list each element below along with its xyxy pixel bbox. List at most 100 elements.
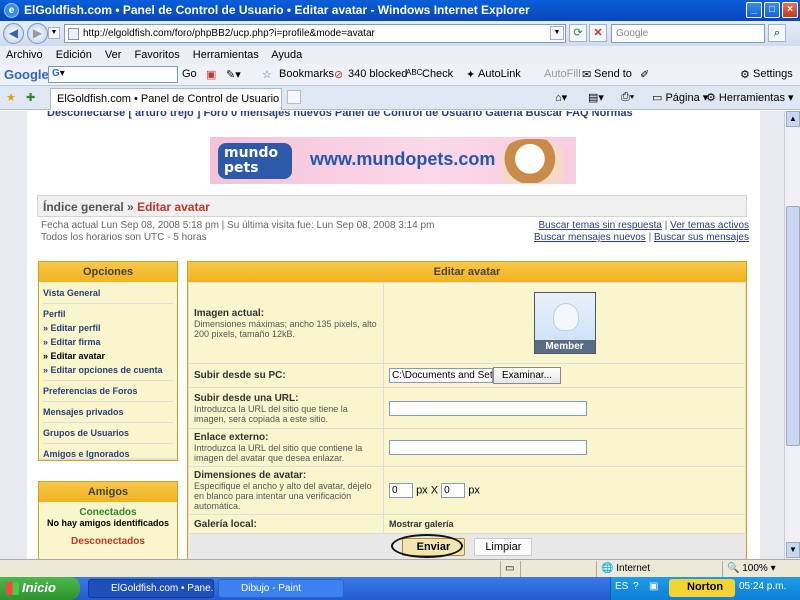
- external-link-field[interactable]: [389, 440, 587, 455]
- gallery-label: Galería local:: [194, 518, 257, 530]
- menu-ver[interactable]: Ver: [105, 49, 122, 61]
- nav-vista-general[interactable]: Vista General: [43, 287, 173, 299]
- tab-current[interactable]: ElGoldfish.com • Panel de Control de Usu…: [50, 88, 282, 110]
- blocked-icon: ⊘: [334, 69, 344, 81]
- feeds-icon[interactable]: ▤▾: [588, 91, 604, 104]
- link-own-posts[interactable]: Buscar sus mensajes: [654, 232, 749, 243]
- url-dropdown-icon[interactable]: ▼: [550, 26, 564, 40]
- maximize-button[interactable]: □: [764, 2, 780, 18]
- menu-herramientas[interactable]: Herramientas: [193, 49, 259, 61]
- close-button[interactable]: ×: [782, 2, 798, 18]
- mundopets-banner[interactable]: mundo pets www.mundopets.com: [210, 137, 576, 184]
- tab-bar: ★ ✚ ElGoldfish.com • Panel de Control de…: [0, 86, 800, 110]
- autolink-button[interactable]: AutoLink: [478, 68, 521, 80]
- print-icon[interactable]: ⎙▾: [621, 91, 634, 104]
- refresh-icon[interactable]: ⟳: [569, 24, 587, 42]
- upload-file-field[interactable]: C:\Documents and Set: [389, 368, 493, 383]
- logo-line2: pets: [224, 160, 259, 176]
- link-new-posts[interactable]: Buscar mensajes nuevos: [534, 232, 646, 243]
- favorites-star-icon[interactable]: ★: [6, 91, 16, 104]
- tab-title: ElGoldfish.com • Panel de Control de Usu…: [57, 93, 281, 105]
- back-button[interactable]: ◀: [3, 23, 24, 44]
- tray-icon[interactable]: ▣: [649, 581, 658, 592]
- check-button[interactable]: Check: [422, 68, 453, 80]
- bookmarks-button[interactable]: Bookmarks: [279, 68, 334, 80]
- link-unanswered[interactable]: Buscar temas sin respuesta: [539, 220, 662, 231]
- nav-amigos[interactable]: Amigos e Ignorados: [43, 448, 173, 460]
- minimize-button[interactable]: _: [746, 2, 762, 18]
- nav-editar-perfil[interactable]: » Editar perfil: [43, 322, 173, 334]
- breadcrumb-home[interactable]: Índice general: [43, 200, 124, 214]
- history-dropdown-icon[interactable]: ▼: [48, 27, 60, 39]
- edit-avatar-title: Editar avatar: [188, 262, 746, 282]
- spellcheck-icon: ABC: [406, 68, 423, 77]
- autofill-button[interactable]: AutoFill: [544, 68, 581, 80]
- reset-button[interactable]: Limpiar: [474, 538, 533, 556]
- home-icon[interactable]: ⌂▾: [555, 91, 567, 104]
- breadcrumb-current[interactable]: Editar avatar: [137, 200, 210, 214]
- task-paint[interactable]: Dibujo - Paint: [218, 579, 344, 598]
- start-button[interactable]: Inicio: [0, 577, 80, 600]
- browse-button[interactable]: Examinar...: [493, 367, 562, 384]
- nav-editar-opciones[interactable]: » Editar opciones de cuenta: [43, 364, 173, 376]
- options-title: Opciones: [39, 262, 177, 282]
- tools-menu[interactable]: ⚙ Herramientas ▾: [706, 91, 794, 104]
- options-panel: Opciones Vista General Perfil » Editar p…: [38, 261, 178, 461]
- settings-button[interactable]: Settings: [753, 68, 793, 80]
- norton-button[interactable]: Norton: [669, 579, 735, 597]
- nav-editar-firma[interactable]: » Editar firma: [43, 336, 173, 348]
- options-body: Vista General Perfil » Editar perfil » E…: [39, 282, 177, 460]
- avatar-height-field[interactable]: 0: [441, 483, 466, 498]
- norton-label: Norton: [687, 581, 724, 593]
- window-titlebar: e ElGoldfish.com • Panel de Control de U…: [0, 0, 800, 21]
- nav-grupos[interactable]: Grupos de Usuarios: [43, 427, 173, 439]
- scroll-up-icon[interactable]: ▲: [786, 111, 800, 127]
- add-favorites-icon[interactable]: ✚: [26, 91, 35, 104]
- popup-icon[interactable]: ▣: [206, 68, 216, 81]
- site-topnav[interactable]: Desconectarse [ arturo trejo ] Foro 0 me…: [47, 111, 633, 119]
- search-input[interactable]: Google: [611, 24, 765, 43]
- new-tab-button[interactable]: [287, 90, 301, 104]
- friends-title: Amigos: [39, 482, 177, 502]
- scroll-down-icon[interactable]: ▼: [786, 542, 800, 558]
- nav-editar-avatar[interactable]: » Editar avatar: [43, 350, 173, 362]
- forward-button[interactable]: ▶: [27, 23, 48, 44]
- url-upload-field[interactable]: [389, 400, 587, 416]
- search-icon[interactable]: ⌕: [768, 24, 786, 42]
- nav-perfil[interactable]: Perfil: [43, 308, 173, 320]
- task-ie[interactable]: ElGoldfish.com • Pane...: [88, 579, 214, 598]
- page-menu[interactable]: ▭ Página ▾: [652, 91, 708, 104]
- url-field[interactable]: http://elgoldfish.com/foro/phpBB2/ucp.ph…: [64, 24, 566, 43]
- sendto-button[interactable]: Send to: [594, 68, 632, 80]
- help-icon[interactable]: ?: [633, 581, 639, 592]
- upload-label: Subir desde su PC:: [194, 370, 286, 381]
- zoom-label: 100%: [742, 563, 768, 574]
- nav-preferencias[interactable]: Preferencias de Foros: [43, 385, 173, 397]
- zoom-control[interactable]: 🔍 100% ▾: [722, 561, 784, 577]
- windows-logo-icon: [6, 582, 19, 595]
- google-search-field[interactable]: G▾: [48, 66, 178, 83]
- link-active[interactable]: Ver temas activos: [670, 220, 749, 231]
- scroll-thumb[interactable]: [786, 206, 800, 446]
- options-icon[interactable]: ✎▾: [226, 68, 241, 81]
- menu-ayuda[interactable]: Ayuda: [271, 49, 302, 61]
- google-go-button[interactable]: Go: [182, 68, 197, 80]
- menu-edicion[interactable]: Edición: [56, 49, 92, 61]
- stop-icon[interactable]: ✕: [589, 24, 607, 42]
- zone-label: Internet: [616, 563, 651, 574]
- breadcrumb-sep: »: [127, 200, 134, 214]
- blocked-count[interactable]: 340 blocked: [348, 68, 407, 80]
- star-icon[interactable]: ☆: [262, 68, 272, 81]
- menu-archivo[interactable]: Archivo: [6, 49, 43, 61]
- avatar-width-field[interactable]: 0: [389, 483, 413, 498]
- pencil-icon[interactable]: ✐: [640, 68, 649, 81]
- submit-button[interactable]: Enviar: [390, 534, 466, 558]
- px-x-label: px X: [416, 484, 439, 497]
- nav-mensajes[interactable]: Mensajes privados: [43, 406, 173, 418]
- show-gallery-link[interactable]: Mostrar galería: [389, 519, 454, 529]
- menu-favoritos[interactable]: Favoritos: [134, 49, 179, 61]
- avatar-heart-icon: [552, 303, 579, 331]
- language-indicator[interactable]: ES: [615, 581, 628, 592]
- vertical-scrollbar[interactable]: ▲ ▼: [784, 111, 800, 559]
- status-bar: ▭ 🌐 Internet 🔍 100% ▾: [0, 559, 800, 577]
